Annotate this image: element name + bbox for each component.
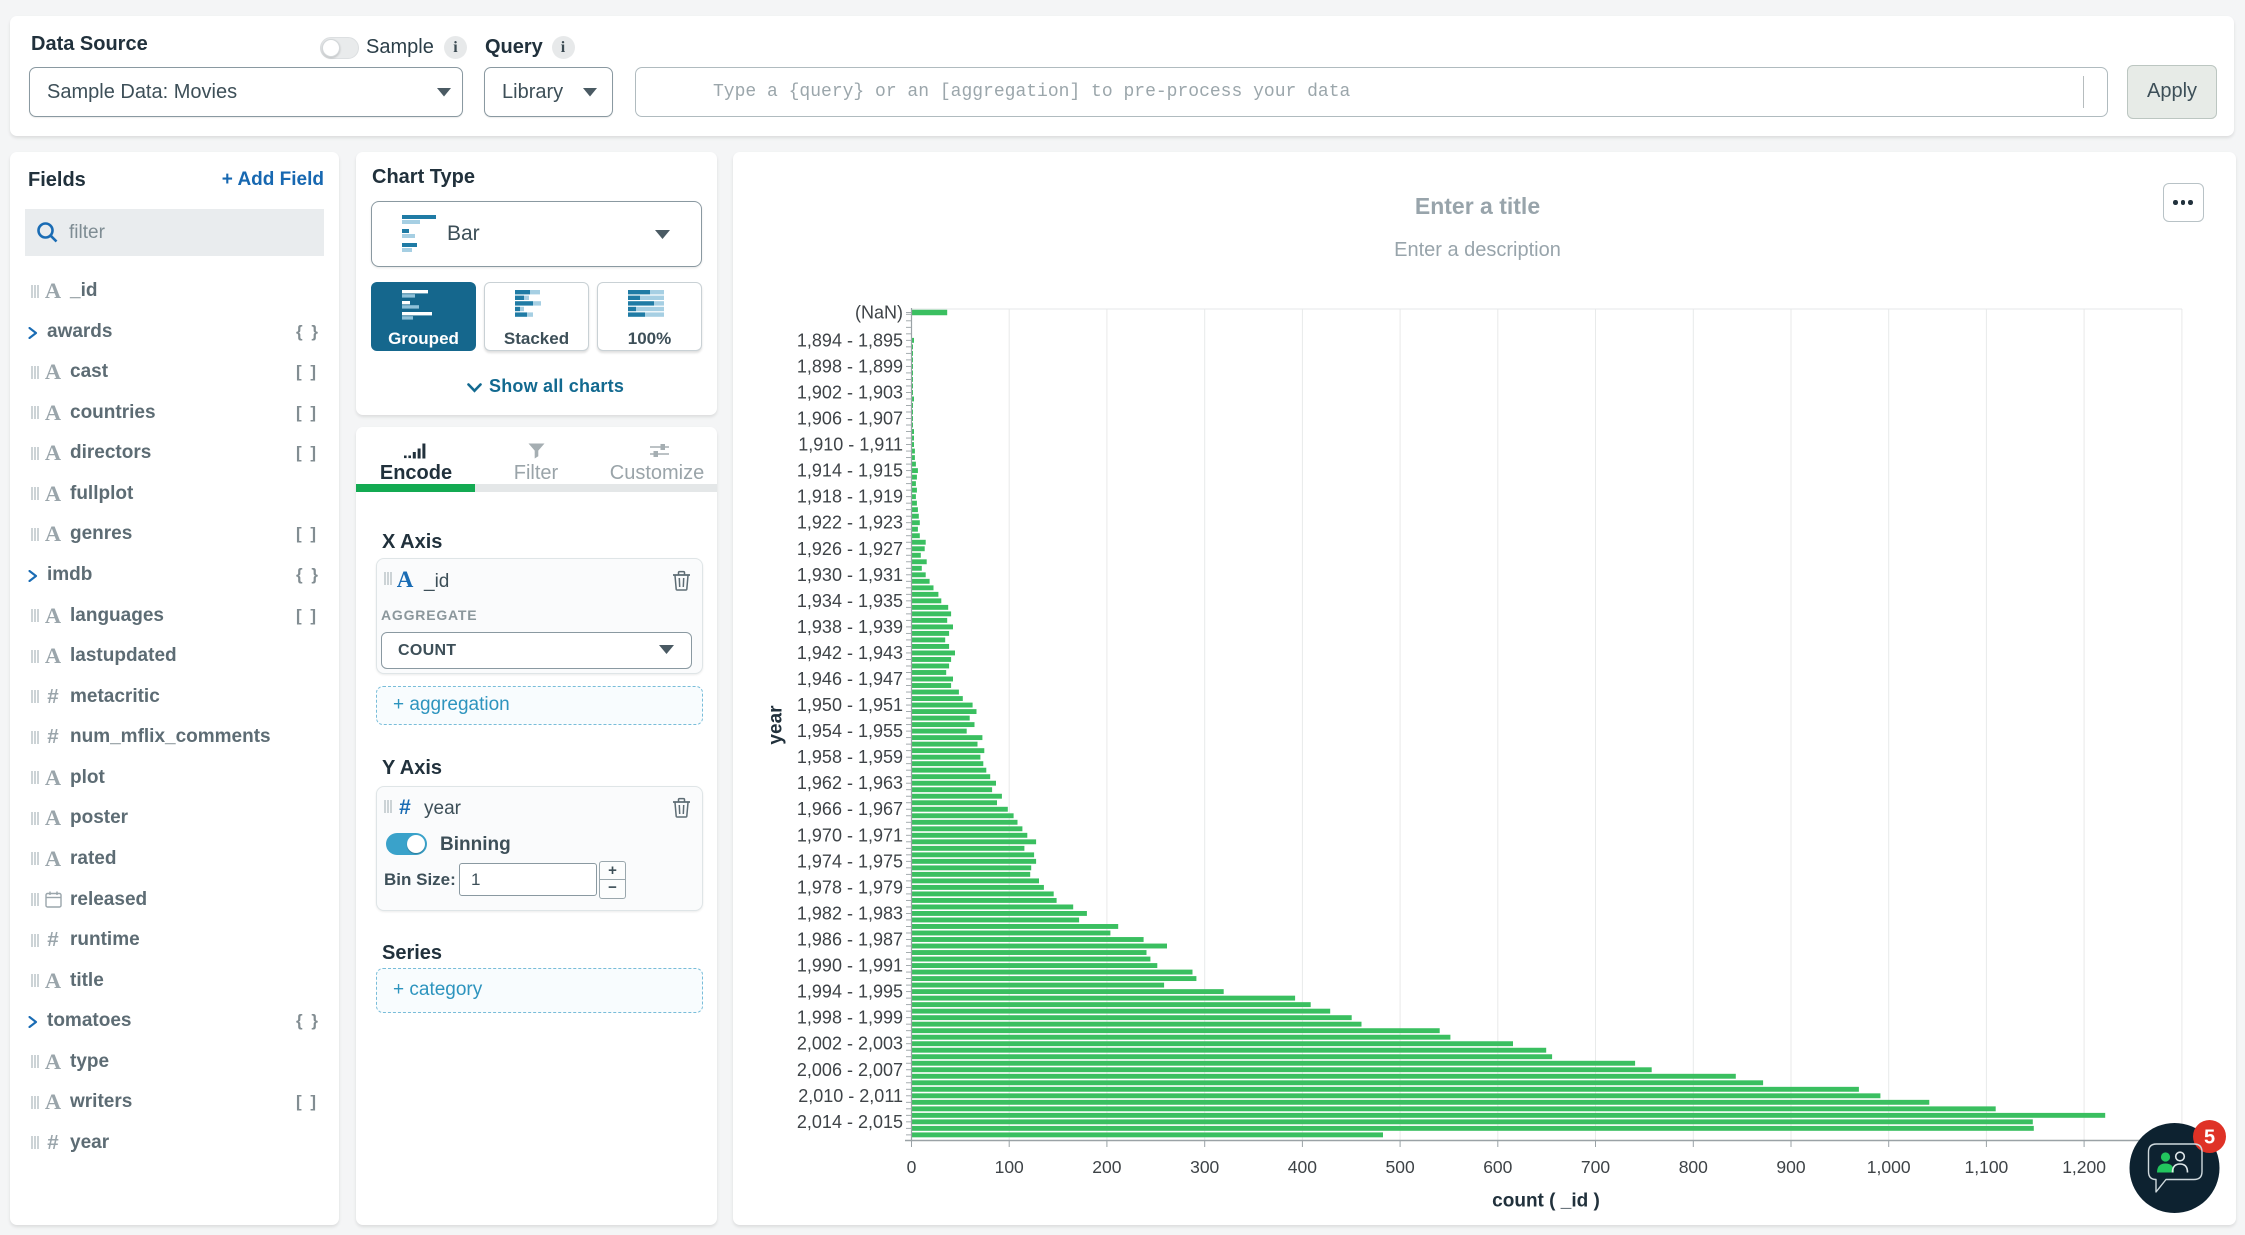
svg-text:count ( _id ): count ( _id ) xyxy=(1492,1191,1600,1212)
svg-text:1,978 - 1,979: 1,978 - 1,979 xyxy=(797,877,903,897)
svg-text:1,918 - 1,919: 1,918 - 1,919 xyxy=(797,487,903,507)
svg-text:1,922 - 1,923: 1,922 - 1,923 xyxy=(797,513,903,533)
svg-text:1,906 - 1,907: 1,906 - 1,907 xyxy=(797,409,903,429)
svg-text:1,930 - 1,931: 1,930 - 1,931 xyxy=(797,565,903,585)
svg-text:800: 800 xyxy=(1679,1157,1708,1177)
svg-text:1,950 - 1,951: 1,950 - 1,951 xyxy=(797,695,903,715)
svg-text:2,010 - 2,011: 2,010 - 2,011 xyxy=(798,1086,903,1106)
svg-text:200: 200 xyxy=(1092,1157,1121,1177)
svg-text:2,014 - 2,015: 2,014 - 2,015 xyxy=(797,1112,903,1132)
svg-text:100: 100 xyxy=(995,1157,1024,1177)
svg-text:1,910 - 1,911: 1,910 - 1,911 xyxy=(798,435,903,455)
svg-text:500: 500 xyxy=(1385,1157,1414,1177)
svg-text:700: 700 xyxy=(1581,1157,1610,1177)
svg-text:1,990 - 1,991: 1,990 - 1,991 xyxy=(797,956,903,976)
svg-text:5: 5 xyxy=(2204,1127,2215,1149)
svg-text:1,000: 1,000 xyxy=(1867,1157,1911,1177)
svg-text:1,970 - 1,971: 1,970 - 1,971 xyxy=(797,825,903,845)
svg-text:900: 900 xyxy=(1776,1157,1805,1177)
svg-text:600: 600 xyxy=(1483,1157,1512,1177)
svg-text:1,200: 1,200 xyxy=(2062,1157,2106,1177)
svg-text:1,974 - 1,975: 1,974 - 1,975 xyxy=(797,851,903,871)
svg-text:(NaN): (NaN) xyxy=(855,303,903,323)
svg-text:300: 300 xyxy=(1190,1157,1219,1177)
svg-text:1,914 - 1,915: 1,914 - 1,915 xyxy=(797,461,903,481)
svg-text:1,962 - 1,963: 1,962 - 1,963 xyxy=(797,773,903,793)
svg-text:1,100: 1,100 xyxy=(1965,1157,2009,1177)
svg-text:1,998 - 1,999: 1,998 - 1,999 xyxy=(797,1008,903,1028)
svg-text:1,926 - 1,927: 1,926 - 1,927 xyxy=(797,539,903,559)
svg-text:1,958 - 1,959: 1,958 - 1,959 xyxy=(797,747,903,767)
svg-text:1,938 - 1,939: 1,938 - 1,939 xyxy=(797,617,903,637)
svg-text:1,942 - 1,943: 1,942 - 1,943 xyxy=(797,643,903,663)
svg-text:400: 400 xyxy=(1288,1157,1317,1177)
svg-text:1,994 - 1,995: 1,994 - 1,995 xyxy=(797,982,903,1002)
svg-text:2,002 - 2,003: 2,002 - 2,003 xyxy=(797,1034,903,1054)
svg-text:1,954 - 1,955: 1,954 - 1,955 xyxy=(797,721,903,741)
svg-text:1,902 - 1,903: 1,902 - 1,903 xyxy=(797,383,903,403)
svg-text:0: 0 xyxy=(907,1157,917,1177)
svg-text:1,898 - 1,899: 1,898 - 1,899 xyxy=(797,356,903,376)
svg-text:year: year xyxy=(766,705,787,745)
svg-text:1,986 - 1,987: 1,986 - 1,987 xyxy=(797,930,903,950)
svg-text:1,934 - 1,935: 1,934 - 1,935 xyxy=(797,591,903,611)
svg-text:1,894 - 1,895: 1,894 - 1,895 xyxy=(797,330,903,350)
svg-text:2,006 - 2,007: 2,006 - 2,007 xyxy=(797,1060,903,1080)
svg-text:1,982 - 1,983: 1,982 - 1,983 xyxy=(797,904,903,924)
svg-text:1,946 - 1,947: 1,946 - 1,947 xyxy=(797,669,903,689)
svg-text:1,966 - 1,967: 1,966 - 1,967 xyxy=(797,799,903,819)
